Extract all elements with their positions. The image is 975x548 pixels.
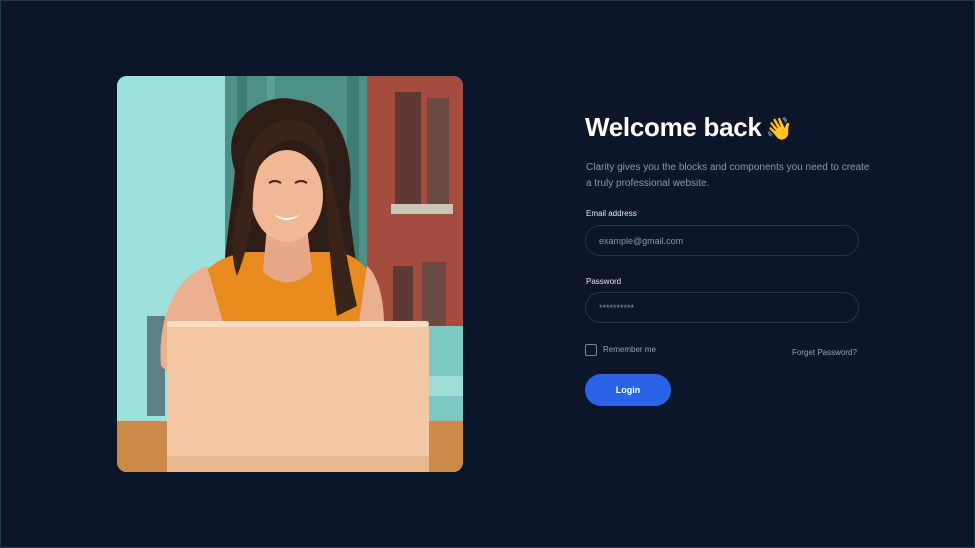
- title-text: Welcome back: [585, 112, 762, 142]
- email-label: Email address: [586, 209, 637, 218]
- password-field[interactable]: [585, 292, 859, 323]
- login-button[interactable]: Login: [585, 374, 671, 406]
- page-subtitle: Clarity gives you the blocks and compone…: [586, 162, 870, 189]
- remember-me-label: Remember me: [603, 345, 656, 354]
- email-field[interactable]: [585, 225, 859, 256]
- forgot-password-link[interactable]: Forget Password?: [792, 348, 857, 357]
- woman-with-laptop-image: [117, 76, 463, 472]
- page-title: Welcome back 👋: [585, 112, 793, 143]
- remember-me-checkbox[interactable]: [585, 344, 597, 356]
- hero-photo: [117, 76, 463, 472]
- password-label: Password: [586, 277, 622, 286]
- waving-hand-icon: 👋: [765, 116, 793, 141]
